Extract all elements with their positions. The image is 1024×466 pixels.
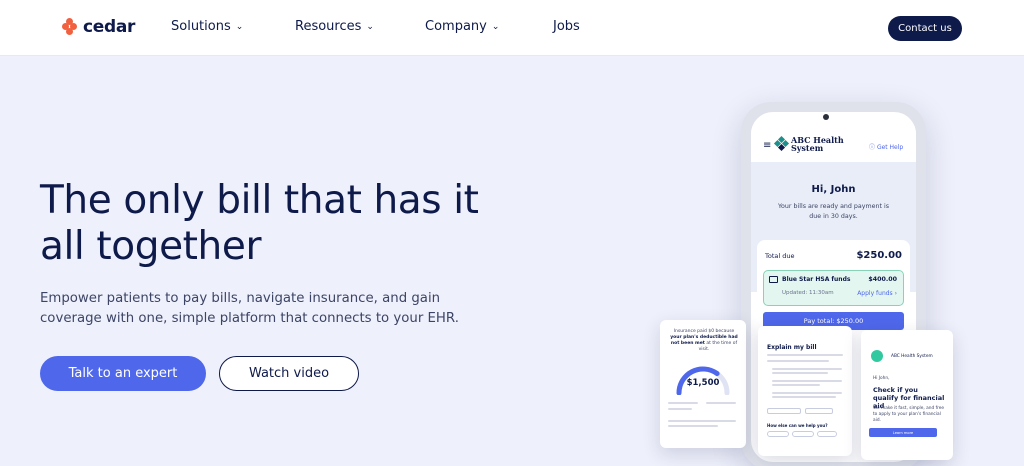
option-chip[interactable] (767, 408, 801, 414)
hero-headline: The only bill that has it all together (40, 178, 479, 269)
placeholder-line (706, 402, 736, 404)
financial-aid-card: ABC Health System Hi John, Check if you … (861, 330, 953, 460)
nav-item-company[interactable]: Company ⌄ (425, 19, 499, 34)
app-header: ≡ ABC Health System ⓘ Get Help (751, 126, 916, 162)
placeholder-line (772, 380, 842, 382)
talk-to-expert-button[interactable]: Talk to an expert (40, 356, 206, 391)
chevron-down-icon: ⌄ (491, 21, 500, 32)
get-help-label: Get Help (876, 144, 904, 151)
placeholder-line (668, 425, 718, 427)
option-chip[interactable] (767, 431, 789, 437)
hsa-updated: Updated: 11:30am (782, 290, 834, 296)
aid-greeting: Hi John, (873, 376, 890, 381)
insurance-text-1: Insurance paid $0 because (673, 329, 735, 334)
apply-funds-link[interactable]: Apply funds › (857, 290, 897, 297)
option-chip[interactable] (792, 431, 814, 437)
logo-text: cedar (83, 17, 136, 37)
placeholder-line (668, 402, 698, 404)
nav-item-solutions[interactable]: Solutions ⌄ (171, 19, 243, 34)
placeholder-line (668, 408, 692, 410)
greeting-subtext: Your bills are ready and payment is due … (778, 203, 889, 220)
placeholder-line (767, 360, 829, 362)
greeting-title: Hi, John (811, 184, 856, 195)
placeholder-line (668, 420, 736, 422)
nav-item-label: Solutions (171, 19, 231, 34)
deductible-amount: $1,500 (686, 378, 720, 388)
total-due-label: Total due (765, 252, 795, 260)
insurance-explanation: Insurance paid $0 because your plan's de… (668, 329, 740, 353)
cedar-logo-icon (62, 18, 78, 36)
explain-bill-card: Explain my bill How else can we help you… (758, 326, 852, 456)
org-logo-icon (871, 350, 883, 362)
hero-subtext: Empower patients to pay bills, navigate … (40, 291, 459, 326)
get-help-link[interactable]: ⓘ Get Help (869, 142, 903, 151)
placeholder-line (772, 396, 836, 398)
nav-item-label: Jobs (553, 19, 580, 34)
org-name: ABC Health System (791, 135, 844, 153)
card-icon (769, 276, 778, 283)
placeholder-line (772, 368, 842, 370)
menu-icon: ≡ (763, 140, 772, 151)
placeholder-line (772, 372, 828, 374)
learn-more-button[interactable]: Learn more (869, 428, 937, 437)
abc-health-logo-icon (773, 135, 790, 152)
hsa-amount: $400.00 (868, 276, 897, 283)
watch-video-button[interactable]: Watch video (219, 356, 359, 391)
option-chip[interactable] (805, 408, 833, 414)
aid-body: We make it fast, simple, and free to app… (873, 406, 945, 423)
chevron-down-icon: ⌄ (235, 21, 244, 32)
deductible-card: Insurance paid $0 because your plan's de… (660, 320, 746, 448)
top-nav: cedar Solutions ⌄ Resources ⌄ Company ⌄ … (0, 0, 1024, 56)
placeholder-line (772, 384, 820, 386)
explain-bill-title: Explain my bill (767, 344, 817, 351)
aid-org-name: ABC Health System (891, 354, 933, 359)
divider (767, 354, 843, 356)
option-chip[interactable] (817, 431, 837, 437)
insurance-text-3: at the time of visit. (698, 341, 738, 352)
nav-item-label: Company (425, 19, 487, 34)
hsa-name: Blue Star HSA funds (782, 276, 851, 283)
cedar-logo[interactable]: cedar (62, 17, 135, 37)
placeholder-line (772, 392, 842, 394)
nav-item-resources[interactable]: Resources ⌄ (295, 19, 374, 34)
contact-us-button[interactable]: Contact us (888, 16, 962, 41)
nav-item-jobs[interactable]: Jobs (553, 19, 580, 34)
total-due-value: $250.00 (856, 250, 902, 261)
hsa-funds-box: Blue Star HSA funds $400.00 Updated: 11:… (763, 270, 904, 306)
camera-dot (823, 114, 829, 120)
help-question: How else can we help you? (767, 423, 828, 428)
chevron-down-icon: ⌄ (366, 21, 374, 32)
help-icon: ⓘ (869, 144, 876, 151)
nav-item-label: Resources (295, 19, 362, 34)
